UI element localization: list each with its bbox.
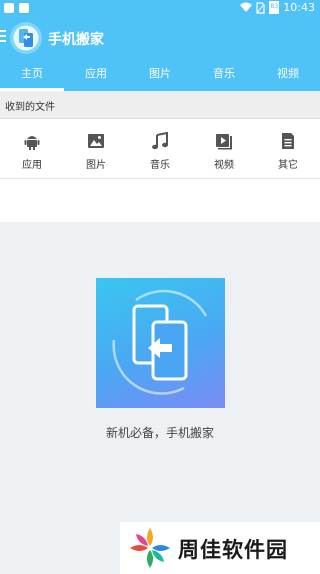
music-note-icon	[152, 132, 168, 150]
menu-icon[interactable]	[0, 30, 6, 45]
category-label: 应用	[22, 160, 42, 171]
category-pictures[interactable]: 图片	[64, 119, 128, 178]
received-files-header: 收到的文件	[0, 91, 320, 119]
android-icon	[24, 136, 40, 150]
section-title: 收到的文件	[5, 102, 55, 113]
watermark-logo-icon	[130, 528, 170, 568]
status-time: 10:43	[283, 1, 315, 14]
app-title: 手机搬家	[48, 32, 104, 48]
battery-icon: 83	[269, 1, 280, 14]
notification-icon	[4, 3, 14, 13]
category-other[interactable]: 其它	[256, 119, 320, 178]
category-music[interactable]: 音乐	[128, 119, 192, 178]
tab-pictures[interactable]: 图片	[128, 60, 192, 91]
category-apps[interactable]: 应用	[0, 119, 64, 178]
video-icon	[216, 134, 232, 150]
category-videos[interactable]: 视频	[192, 119, 256, 178]
watermark-text: 周佳软件园	[178, 538, 288, 562]
app-logo-icon	[10, 22, 42, 54]
category-label: 音乐	[150, 160, 170, 171]
phone-transfer-illustration	[96, 278, 225, 408]
wifi-icon	[240, 2, 253, 12]
category-label: 图片	[86, 160, 106, 171]
category-label: 视频	[214, 160, 234, 171]
image-icon	[88, 134, 104, 148]
no-sim-icon	[256, 1, 265, 14]
notification-icons	[4, 3, 29, 13]
notification-icon	[19, 3, 29, 13]
watermark: 周佳软件园	[120, 522, 320, 574]
empty-state-tagline: 新机必备，手机搬家	[105, 426, 214, 440]
tab-music[interactable]: 音乐	[192, 60, 256, 91]
status-bar: 83 10:43	[0, 0, 320, 18]
tab-home[interactable]: 主页	[0, 60, 64, 91]
tab-apps[interactable]: 应用	[64, 60, 128, 91]
battery-level: 83	[270, 3, 279, 10]
app-bar: 手机搬家	[0, 18, 320, 60]
category-label: 其它	[278, 160, 298, 171]
category-row: 应用 图片 音乐 视频 其它	[0, 119, 320, 179]
document-icon	[282, 133, 294, 149]
tab-bar: 主页 应用 图片 音乐 视频	[0, 60, 320, 91]
tab-videos[interactable]: 视频	[256, 60, 320, 91]
